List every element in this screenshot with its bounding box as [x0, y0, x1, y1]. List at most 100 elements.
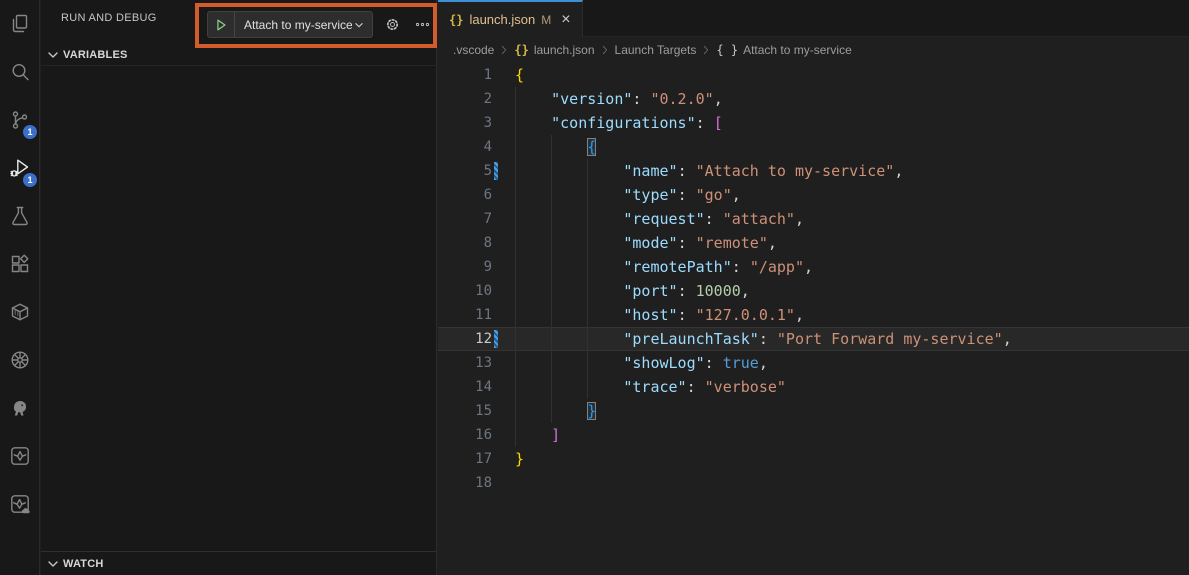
variables-label: VARIABLES [63, 48, 128, 61]
line-content: "name": "Attach to my-service", [502, 159, 1189, 183]
line-content: "trace": "verbose" [502, 375, 1189, 399]
debug-config-dropdown[interactable]: Attach to my-service [207, 11, 373, 38]
json-file-icon: {} [514, 43, 529, 57]
start-debug-button[interactable] [208, 12, 235, 37]
breadcrumb-label: .vscode [453, 43, 495, 57]
code-line-14: 14 "trace": "verbose" [438, 375, 1189, 399]
activity-bar-item-testing[interactable] [0, 192, 40, 240]
activity-bar: 11 [0, 0, 40, 575]
breadcrumb: .vscode {} launch.json Launch Targets { } Att… [438, 37, 1189, 63]
gutter [492, 423, 502, 447]
json-file-icon: {} [449, 12, 464, 27]
line-number: 12 [475, 331, 492, 347]
code-line-10: 10 "port": 10000, [438, 279, 1189, 303]
activity-bar-item-source-control[interactable]: 1 [0, 96, 40, 144]
count-badge: 1 [23, 173, 37, 187]
code-line-17: 17} [438, 447, 1189, 471]
tab-bar: {} launch.json M × [438, 0, 1189, 37]
gutter [492, 231, 502, 255]
tab-launch-json[interactable]: {} launch.json M × [438, 0, 583, 37]
line-number: 6 [483, 187, 492, 203]
line-number: 8 [483, 235, 492, 251]
line-number: 3 [483, 115, 492, 131]
line-number: 14 [475, 379, 492, 395]
line-content: "mode": "remote", [502, 231, 1189, 255]
breadcrumb-item-launch-json[interactable]: {} launch.json [514, 43, 594, 57]
watch-section-header[interactable]: WATCH [41, 551, 436, 575]
activity-bar-item-search[interactable] [0, 48, 40, 96]
code-line-3: 3 "configurations": [ [438, 111, 1189, 135]
activity-bar-item-containers[interactable] [0, 288, 40, 336]
activity-bar-item-kubernetes[interactable] [0, 336, 40, 384]
git-modified-gutter-marker [492, 159, 502, 183]
chevron-right-icon [598, 43, 612, 57]
gutter [492, 63, 502, 87]
line-content: { [502, 135, 1189, 159]
chevron-right-icon [699, 43, 713, 57]
line-number: 10 [475, 283, 492, 299]
breadcrumb-label: launch.json [533, 43, 595, 57]
line-content: "request": "attach", [502, 207, 1189, 231]
git-modified-badge: M [541, 12, 552, 27]
tab-label: launch.json [469, 12, 536, 27]
variables-section-header[interactable]: VARIABLES [41, 44, 436, 66]
line-number: 7 [483, 211, 492, 227]
run-debug-sidebar: RUN AND DEBUG Attach to my-service VARIA… [41, 0, 437, 575]
explorer-icon [8, 12, 32, 36]
chevron-right-icon [497, 43, 511, 57]
more-actions-icon[interactable] [411, 14, 433, 36]
line-number: 15 [475, 403, 492, 419]
activity-bar-item-explorer[interactable] [0, 0, 40, 48]
line-number: 1 [483, 67, 492, 83]
gutter [492, 255, 502, 279]
code-line-1: 1{ [438, 63, 1189, 87]
code-editor[interactable]: 1{2 "version": "0.2.0", 3 "configurations… [438, 63, 1189, 495]
chevron-down-icon [352, 18, 372, 32]
line-content: ] [502, 423, 1189, 447]
line-content: { [515, 66, 525, 84]
debug-settings-gear-icon[interactable] [381, 14, 403, 36]
postgres-icon [8, 396, 32, 420]
search-icon [8, 60, 32, 84]
debug-toolbar: Attach to my-service [207, 11, 433, 38]
breadcrumb-item--vscode[interactable]: .vscode [453, 43, 494, 57]
line-content: "preLaunchTask": "Port Forward my-servic… [502, 327, 1189, 351]
line-number: 13 [475, 355, 492, 371]
count-badge: 1 [23, 125, 37, 139]
gutter [492, 351, 502, 375]
gutter [492, 303, 502, 327]
line-number: 4 [483, 139, 492, 155]
line-number: 18 [475, 475, 492, 491]
editor-group: {} launch.json M × .vscode {} launch.json L… [438, 0, 1189, 575]
code-line-5: 5 "name": "Attach to my-service", [438, 159, 1189, 183]
line-number: 17 [475, 451, 492, 467]
container-icon [8, 300, 32, 324]
git-modified-gutter-marker [492, 327, 502, 351]
line-content: "host": "127.0.0.1", [502, 303, 1189, 327]
line-number: 2 [483, 91, 492, 107]
gutter [492, 87, 502, 111]
gutter [492, 135, 502, 159]
chevron-down-icon [45, 556, 61, 572]
activity-bar-item-postgresql[interactable] [0, 384, 40, 432]
breadcrumb-item-attach-to-my-service[interactable]: { } Attach to my-service [716, 43, 851, 57]
debug-config-label: Attach to my-service [244, 17, 352, 32]
activity-bar-item-cloud-run[interactable] [0, 480, 40, 528]
chevron-down-icon [45, 47, 61, 63]
breadcrumb-item-launch-targets[interactable]: Launch Targets [615, 43, 697, 57]
activity-bar-item-extensions[interactable] [0, 240, 40, 288]
cloud-code-icon [8, 444, 32, 468]
cloud-run-icon [8, 492, 32, 516]
code-line-13: 13 "showLog": true, [438, 351, 1189, 375]
line-number: 11 [475, 307, 492, 323]
gutter [492, 471, 502, 495]
close-icon[interactable]: × [561, 11, 570, 28]
activity-bar-item-run-and-debug[interactable]: 1 [0, 144, 40, 192]
code-line-12: 12 "preLaunchTask": "Port Forward my-ser… [438, 327, 1189, 351]
code-line-18: 18 [438, 471, 1189, 495]
gutter [492, 183, 502, 207]
code-line-2: 2 "version": "0.2.0", [438, 87, 1189, 111]
testing-icon [8, 204, 32, 228]
line-content: "port": 10000, [502, 279, 1189, 303]
activity-bar-item-cloud-code[interactable] [0, 432, 40, 480]
